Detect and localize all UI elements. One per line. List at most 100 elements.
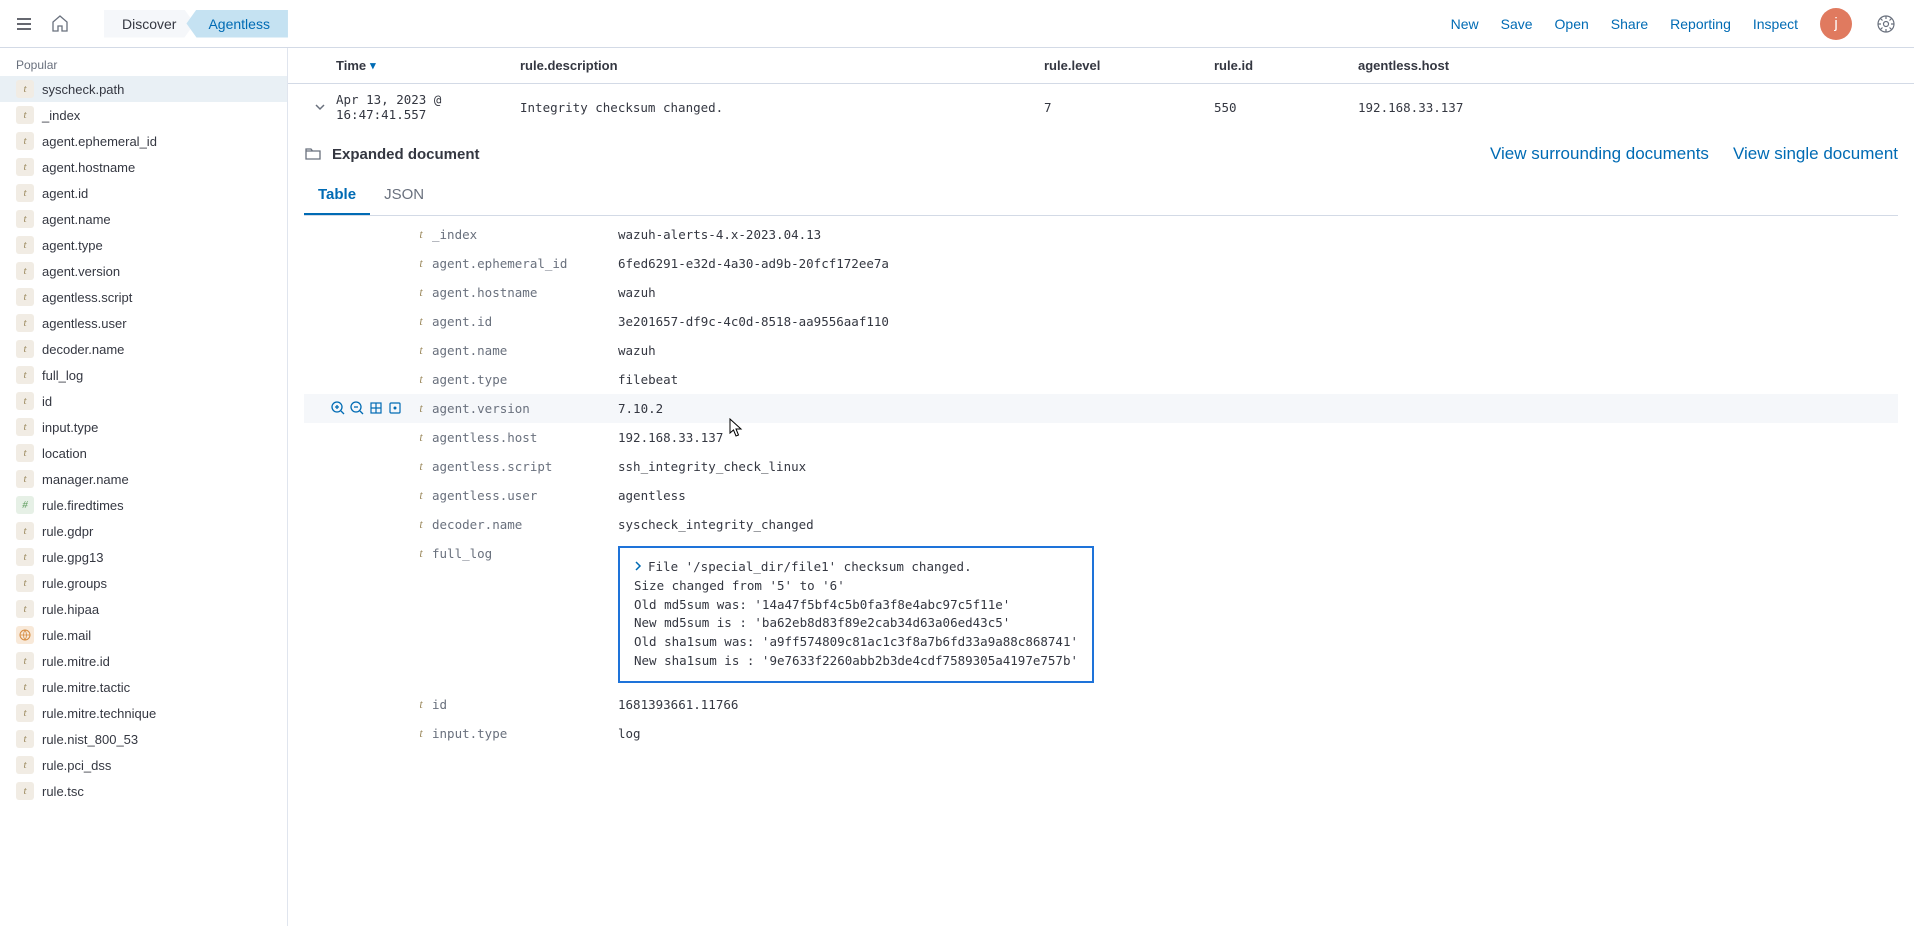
field-type-badge: t — [16, 132, 34, 150]
field-name-label: id — [42, 394, 52, 409]
breadcrumb-discover[interactable]: Discover — [104, 10, 194, 38]
doc-field-row: tinput.typelog — [304, 719, 1898, 748]
content-area: Time ▾ rule.description rule.level rule.… — [288, 48, 1914, 926]
field-type-badge: t — [16, 158, 34, 176]
gear-icon — [1876, 14, 1896, 34]
cell-host: 192.168.33.137 — [1358, 100, 1898, 115]
field-item-agentless-user[interactable]: t agentless.user — [0, 310, 287, 336]
field-item-rule-gpg13[interactable]: trule.gpg13 — [0, 544, 287, 570]
full-log-line: New sha1sum is : '9e7633f2260abb2b3de4cd… — [634, 652, 1078, 671]
field-item-location[interactable]: tlocation — [0, 440, 287, 466]
col-header-id[interactable]: rule.id — [1214, 58, 1358, 73]
field-item-rule-hipaa[interactable]: trule.hipaa — [0, 596, 287, 622]
toggle-column-icon[interactable] — [369, 401, 383, 415]
field-item-syscheck-path[interactable]: tsyscheck.path — [0, 76, 287, 102]
doc-tabs: Table JSON — [304, 176, 1898, 216]
doc-field-key: agentless.user — [432, 488, 618, 503]
full-log-line: Old md5sum was: '14a47f5bf4c5b0fa3f8e4ab… — [634, 596, 1078, 615]
row-collapse-button[interactable] — [304, 101, 336, 113]
doc-field-value: agentless — [618, 488, 1898, 503]
reporting-button[interactable]: Reporting — [1670, 16, 1731, 32]
col-header-level[interactable]: rule.level — [1044, 58, 1214, 73]
menu-toggle-button[interactable] — [8, 8, 40, 40]
field-type-badge — [16, 626, 34, 644]
field-item-manager-name[interactable]: tmanager.name — [0, 466, 287, 492]
doc-field-value: wazuh-alerts-4.x-2023.04.13 — [618, 227, 1898, 242]
doc-field-value: 1681393661.11766 — [618, 697, 1898, 712]
save-button[interactable]: Save — [1501, 16, 1533, 32]
field-item-input-type[interactable]: tinput.type — [0, 414, 287, 440]
field-item-rule-groups[interactable]: trule.groups — [0, 570, 287, 596]
sidebar-section-label: Popular — [0, 52, 287, 76]
expanded-title: Expanded document — [332, 146, 480, 163]
expand-log-button[interactable] — [634, 559, 642, 574]
doc-field-type: t — [410, 285, 432, 300]
doc-field-key: agent.name — [432, 343, 618, 358]
field-item-rule-mitre-technique[interactable]: trule.mitre.technique — [0, 700, 287, 726]
field-name-label: rule.mitre.tactic — [42, 680, 130, 695]
filter-exists-icon[interactable] — [388, 401, 402, 415]
field-item-rule-mail[interactable]: rule.mail — [0, 622, 287, 648]
tab-json[interactable]: JSON — [370, 176, 438, 215]
field-item-rule-nist-800-53[interactable]: trule.nist_800_53 — [0, 726, 287, 752]
tab-table[interactable]: Table — [304, 176, 370, 215]
field-type-badge: t — [16, 262, 34, 280]
doc-field-row: tagent.namewazuh — [304, 336, 1898, 365]
field-item-id[interactable]: tid — [0, 388, 287, 414]
expanded-document: Expanded document View surrounding docum… — [288, 130, 1914, 764]
field-type-badge: t — [16, 236, 34, 254]
doc-field-type: t — [410, 726, 432, 741]
doc-field-type: t — [410, 459, 432, 474]
col-header-host[interactable]: agentless.host — [1358, 58, 1898, 73]
field-item-rule-tsc[interactable]: trule.tsc — [0, 778, 287, 804]
field-item-rule-gdpr[interactable]: trule.gdpr — [0, 518, 287, 544]
open-button[interactable]: Open — [1555, 16, 1589, 32]
field-type-badge: t — [16, 704, 34, 722]
home-button[interactable] — [44, 8, 76, 40]
view-single-link[interactable]: View single document — [1733, 144, 1898, 164]
field-item-agent-name[interactable]: tagent.name — [0, 206, 287, 232]
field-type-badge: t — [16, 314, 34, 332]
doc-field-value: ssh_integrity_check_linux — [618, 459, 1898, 474]
doc-field-type: t — [410, 430, 432, 445]
col-header-time[interactable]: Time ▾ — [336, 58, 520, 73]
inspect-button[interactable]: Inspect — [1753, 16, 1798, 32]
field-item-decoder-name[interactable]: tdecoder.name — [0, 336, 287, 362]
field-item-full-log[interactable]: tfull_log — [0, 362, 287, 388]
field-item-rule-firedtimes[interactable]: #rule.firedtimes — [0, 492, 287, 518]
field-item-agent-version[interactable]: tagent.version — [0, 258, 287, 284]
field-item--index[interactable]: t_index — [0, 102, 287, 128]
settings-button[interactable] — [1874, 12, 1898, 36]
field-type-badge: t — [16, 444, 34, 462]
full-log-line: New md5sum is : 'ba62eb8d83f89e2cab34d63… — [634, 614, 1078, 633]
breadcrumb-agentless[interactable]: Agentless — [186, 10, 287, 38]
field-type-badge: t — [16, 574, 34, 592]
field-item-agent-type[interactable]: tagent.type — [0, 232, 287, 258]
filter-out-icon[interactable] — [350, 401, 364, 415]
doc-field-value: wazuh — [618, 285, 1898, 300]
doc-field-value: log — [618, 726, 1898, 741]
doc-field-row: tagent.ephemeral_id6fed6291-e32d-4a30-ad… — [304, 249, 1898, 278]
filter-for-icon[interactable] — [331, 401, 345, 415]
doc-field-row: t_indexwazuh-alerts-4.x-2023.04.13 — [304, 220, 1898, 249]
field-item-agent-id[interactable]: tagent.id — [0, 180, 287, 206]
doc-field-row: tfull_logFile '/special_dir/file1' check… — [304, 539, 1898, 690]
field-item-agent-ephemeral-id[interactable]: t agent.ephemeral_id — [0, 128, 287, 154]
field-item-agentless-script[interactable]: tagentless.script — [0, 284, 287, 310]
new-button[interactable]: New — [1451, 16, 1479, 32]
user-avatar[interactable]: j — [1820, 8, 1852, 40]
field-item-rule-mitre-tactic[interactable]: trule.mitre.tactic — [0, 674, 287, 700]
share-button[interactable]: Share — [1611, 16, 1648, 32]
breadcrumbs: Discover Agentless — [104, 10, 288, 38]
chevron-right-icon — [634, 561, 642, 571]
view-surrounding-link[interactable]: View surrounding documents — [1490, 144, 1709, 164]
field-item-agent-hostname[interactable]: tagent.hostname — [0, 154, 287, 180]
field-name-label: agent.ephemeral_id — [42, 134, 157, 149]
field-name-label: agentless.user — [42, 316, 127, 331]
col-header-description[interactable]: rule.description — [520, 58, 1044, 73]
field-type-badge: t — [16, 548, 34, 566]
field-item-rule-mitre-id[interactable]: trule.mitre.id — [0, 648, 287, 674]
field-item-rule-pci-dss[interactable]: trule.pci_dss — [0, 752, 287, 778]
doc-field-key: agent.type — [432, 372, 618, 387]
field-name-label: rule.pci_dss — [42, 758, 111, 773]
